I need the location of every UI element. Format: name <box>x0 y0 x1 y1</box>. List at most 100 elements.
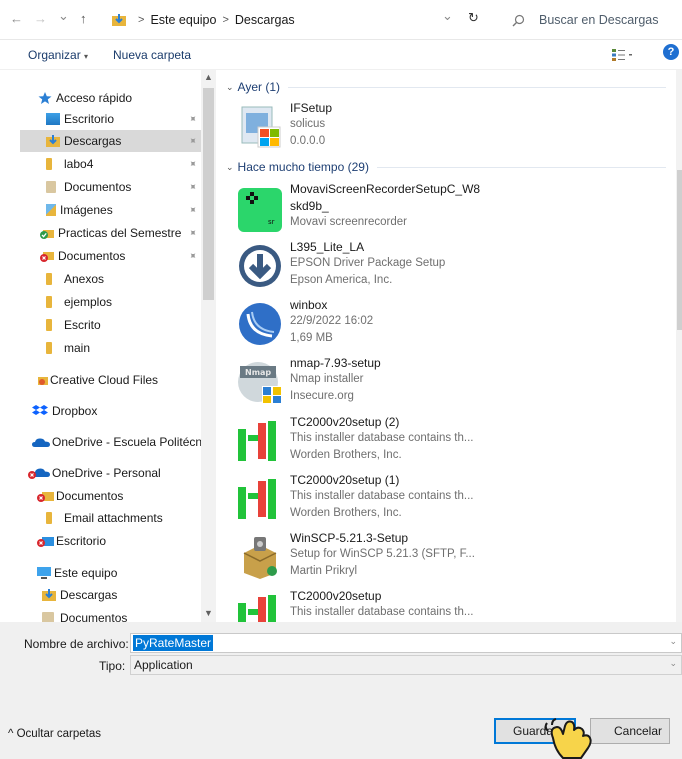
nav-documentos-error[interactable]: Documentos ✦ <box>20 245 216 267</box>
filename-label: Nombre de archivo: <box>24 637 129 651</box>
nav-escritorio[interactable]: Escritorio ✦ <box>20 108 216 130</box>
nav-descargas[interactable]: Descargas ✦ <box>20 130 216 152</box>
chevron-up-icon: ^ <box>8 728 14 740</box>
chevron-down-icon: ⌄ <box>226 81 234 92</box>
chevron-down-icon[interactable]: ⌄ <box>669 658 677 669</box>
nav-quick-access[interactable]: Acceso rápido <box>38 87 216 109</box>
refresh-button[interactable]: ↻ <box>468 10 479 26</box>
nav-main[interactable]: main <box>20 337 216 359</box>
file-name: MovaviScreenRecorderSetupC_W8 <box>290 182 481 196</box>
breadcrumb-este-equipo[interactable]: Este equipo <box>150 13 216 27</box>
group-divider <box>376 166 666 168</box>
folder-icon <box>46 512 52 524</box>
nav-practicas[interactable]: Practicas del Semestre ✦ <box>20 222 216 244</box>
nav-label: Documentos <box>56 489 124 503</box>
nav-email-attachments[interactable]: Email attachments <box>20 507 216 529</box>
file-detail: Movavi screenrecorder <box>290 216 407 228</box>
folder-icon <box>46 296 52 308</box>
file-name: winbox <box>290 298 328 312</box>
scrollbar-thumb[interactable] <box>677 170 682 330</box>
nav-ejemplos[interactable]: ejemplos <box>20 291 216 313</box>
type-select[interactable]: Application ⌄ <box>130 655 682 675</box>
up-button[interactable]: ↑ <box>80 11 87 26</box>
download-folder-icon <box>42 589 56 601</box>
nav-este-equipo[interactable]: Este equipo <box>20 562 216 584</box>
nav-escrito[interactable]: Escrito <box>20 314 216 336</box>
nav-anexos[interactable]: Anexos <box>20 268 216 290</box>
download-circle-icon <box>239 245 281 287</box>
nav-label: Practicas del Semestre <box>58 226 182 240</box>
file-item[interactable]: winbox 22/9/2022 16:02 1,69 MB <box>236 298 656 354</box>
nav-labo4[interactable]: labo4 ✦ <box>20 153 216 175</box>
forward-button[interactable]: → <box>34 11 47 26</box>
file-item[interactable]: TC2000v20setup (1) This installer databa… <box>236 473 656 529</box>
file-item[interactable]: TC2000v20setup (2) This installer databa… <box>236 415 656 471</box>
breadcrumb-descargas[interactable]: Descargas <box>235 13 295 27</box>
address-bar: ← → ⌄ ↑ > Este equipo > Descargas ⌄ ↻ Bu… <box>0 0 682 40</box>
scroll-up-icon[interactable]: ▲ <box>204 72 213 82</box>
nav-pane-scrollbar[interactable]: ▲ ▼ <box>201 70 216 622</box>
nav-documentos[interactable]: Documentos ✦ <box>20 176 216 198</box>
view-options-icon[interactable] <box>612 49 634 61</box>
file-detail: Setup for WinSCP 5.21.3 (SFTP, F... <box>290 548 475 560</box>
nav-onedrive-escritorio[interactable]: Escritorio <box>20 530 216 552</box>
file-item[interactable]: TC2000v20setup This installer database c… <box>236 589 656 622</box>
folder-icon <box>46 342 52 354</box>
winscp-icon <box>243 537 277 579</box>
organize-label: Organizar <box>28 48 81 62</box>
movavi-icon: sr <box>238 188 282 232</box>
winbox-icon <box>239 303 281 345</box>
nav-este-equipo-descargas[interactable]: Descargas <box>20 584 216 606</box>
group-header-ayer[interactable]: ⌄ Ayer (1) <box>226 80 666 94</box>
scrollbar-thumb[interactable] <box>203 88 214 300</box>
search-box[interactable]: Buscar en Descargas <box>500 8 682 32</box>
nav-label: Email attachments <box>64 511 163 525</box>
file-item[interactable]: IFSetup solicus 0.0.0.0 <box>236 101 656 157</box>
group-label: Hace mucho tiempo (29) <box>237 160 369 174</box>
file-detail: This installer database contains th... <box>290 490 474 502</box>
filename-input[interactable]: PyRateMaster ⌄ <box>130 633 682 653</box>
back-button[interactable]: ← <box>10 11 23 26</box>
file-detail: Nmap installer <box>290 373 364 385</box>
scroll-down-icon[interactable]: ▼ <box>204 608 213 618</box>
nav-label: Descargas <box>60 588 118 602</box>
file-name: WinSCP-5.21.3-Setup <box>290 531 409 545</box>
address-path[interactable]: > Este equipo > Descargas <box>112 8 492 32</box>
new-folder-button[interactable]: Nueva carpeta <box>113 48 191 62</box>
group-divider <box>288 86 666 88</box>
sync-error-folder-icon <box>40 252 54 262</box>
hand-cursor-icon <box>544 718 592 759</box>
hide-folders-toggle[interactable]: ^ Ocultar carpetas <box>8 728 101 740</box>
recent-locations-button[interactable]: ⌄ <box>58 8 69 24</box>
nav-creative-cloud[interactable]: Creative Cloud Files <box>20 369 216 391</box>
chevron-down-icon[interactable]: ⌄ <box>669 636 677 647</box>
nav-label: main <box>64 341 91 355</box>
group-header-hace-mucho-tiempo[interactable]: ⌄ Hace mucho tiempo (29) <box>226 160 666 174</box>
chevron-down-icon: ▾ <box>84 52 89 61</box>
file-item[interactable]: WinSCP-5.21.3-Setup Setup for WinSCP 5.2… <box>236 531 656 587</box>
nav-este-equipo-documentos[interactable]: Documentos <box>20 607 216 622</box>
nav-onedrive-escuela[interactable]: OneDrive - Escuela Politécnica <box>20 431 216 453</box>
nav-onedrive-personal[interactable]: OneDrive - Personal <box>20 462 216 484</box>
help-button[interactable]: ? <box>663 44 679 60</box>
file-list-scrollbar[interactable] <box>676 70 682 622</box>
organize-button[interactable]: Organizar ▾ <box>28 48 88 62</box>
nav-label: Escritorio <box>56 534 107 548</box>
nav-dropbox[interactable]: Dropbox <box>20 400 216 422</box>
nav-imagenes[interactable]: Imágenes ✦ <box>20 199 216 221</box>
breadcrumb-separator: > <box>222 14 229 26</box>
file-item[interactable]: Nmap nmap-7.93-setup Nmap installer Inse… <box>236 356 656 412</box>
pictures-folder-icon <box>46 204 56 216</box>
nav-label: Documentos <box>64 180 132 194</box>
file-item[interactable]: L395_Lite_LA EPSON Driver Package Setup … <box>236 240 656 296</box>
pin-icon: ✦ <box>185 249 200 263</box>
address-dropdown-button[interactable]: ⌄ <box>442 8 453 24</box>
tc2000-icon <box>238 421 276 461</box>
file-item[interactable]: sr MovaviScreenRecorderSetupC_W8 skd9b_ … <box>236 182 656 238</box>
creative-cloud-icon <box>38 377 48 385</box>
nav-onedrive-documentos[interactable]: Documentos <box>20 485 216 507</box>
breadcrumb-separator: > <box>138 14 145 26</box>
file-detail: 22/9/2022 16:02 <box>290 315 374 327</box>
file-name: nmap-7.93-setup <box>290 356 381 370</box>
type-value: Application <box>134 658 193 672</box>
